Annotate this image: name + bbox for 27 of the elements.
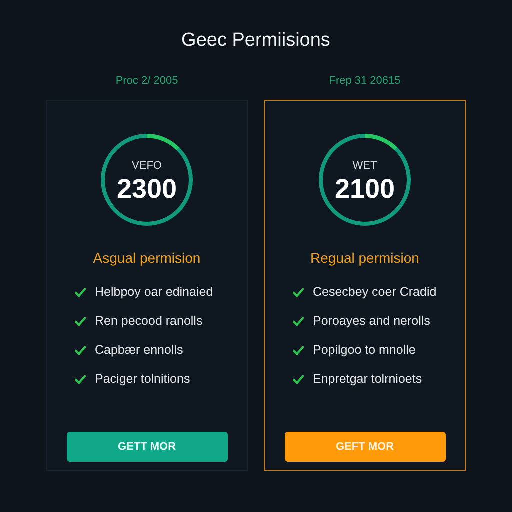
feature-text: Ren pecood ranolls [95,313,203,330]
check-icon [293,346,304,355]
ring-label: WET [352,160,378,172]
plan-label: Proc 2/ 2005 [116,74,178,88]
plan-card[interactable]: VEFO 2300 Asgual permision Helbpoy oar edinaied Ren pecood ranolls Capbær ennolls Paciger tolnitions GETT MOR [46,100,248,471]
check-icon [293,317,304,326]
ring-value: 2300 [116,172,178,204]
feature-text: Cesecbey coer Cradid [313,284,437,301]
feature-text: Enpretgar tolrnioets [313,371,422,388]
ring-value: 2100 [334,172,396,204]
feature-text: Popilgoo to mnolle [313,342,416,359]
feature-text: Paciger tolnitions [95,371,190,388]
plan-heading: Regual permision [310,249,420,267]
check-icon [75,346,86,355]
ring-label: VEFO [132,160,162,172]
plan-heading: Asgual permision [93,249,201,267]
check-icon [75,288,86,297]
check-icon [293,288,304,297]
check-icon [293,375,304,384]
plan-label: Frep 31 20615 [329,74,401,88]
feature-text: Capbær ennolls [95,342,184,359]
check-icon [75,375,86,384]
page-title: Geec Permiisions [182,29,330,53]
plan-card[interactable]: WET 2100 Regual permision Cesecbey coer Cradid Poroayes and nerolls Popilgoo to mnolle Enpretgar tolrnioets GEFT MOR [264,100,466,471]
feature-text: Helbpoy oar edinaied [95,284,214,301]
feature-text: Poroayes and nerolls [313,313,430,330]
check-icon [75,317,86,326]
